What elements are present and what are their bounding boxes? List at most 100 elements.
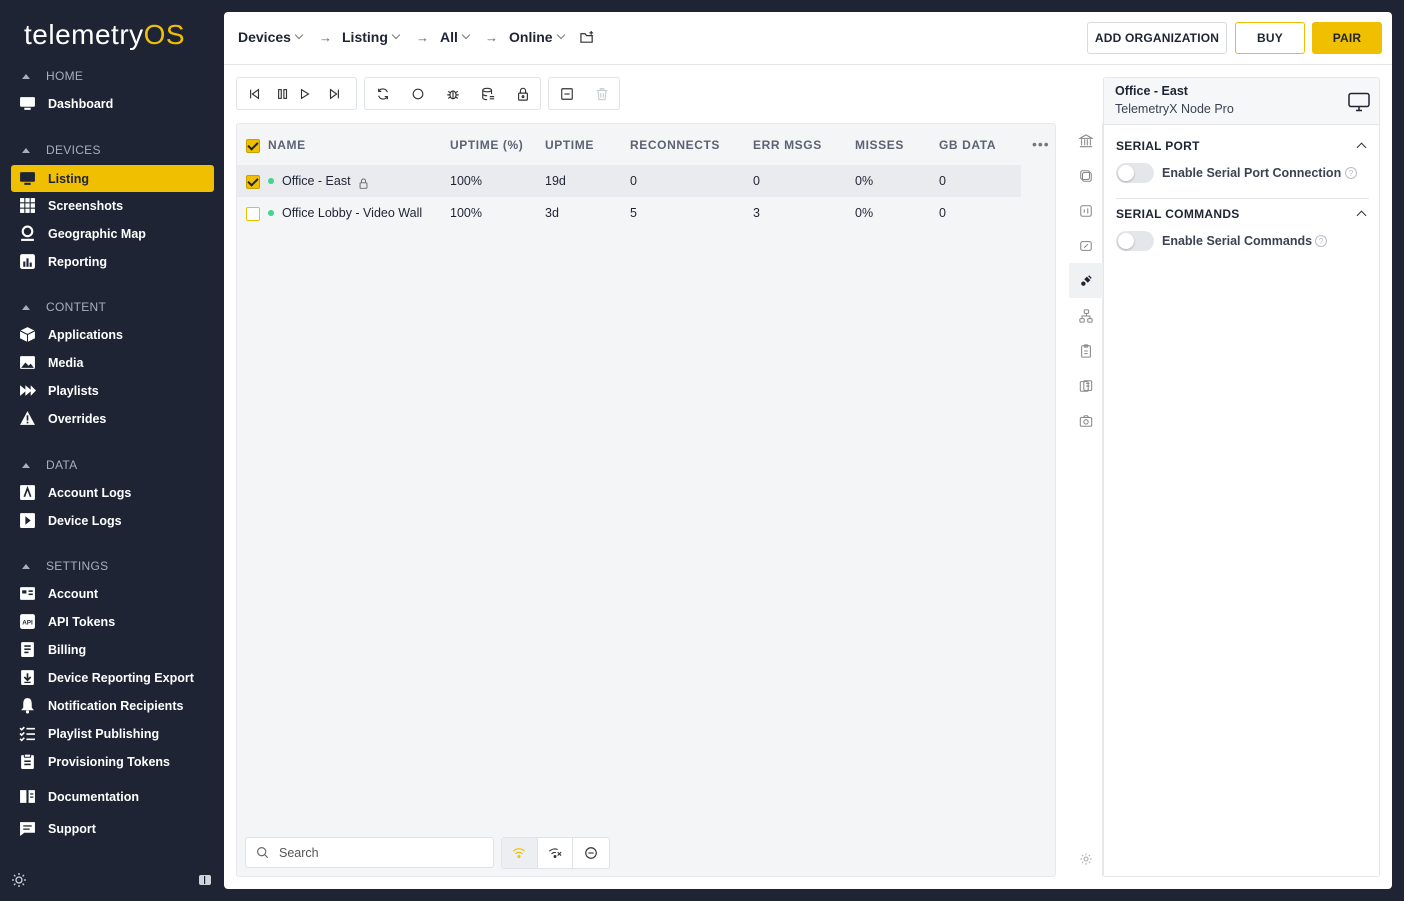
previous-button[interactable] bbox=[237, 78, 272, 109]
column-header-uptime[interactable]: UPTIME bbox=[545, 138, 594, 152]
play-button[interactable] bbox=[294, 78, 316, 109]
tab-settings[interactable] bbox=[1069, 841, 1103, 876]
sidebar-item-playlists[interactable]: Playlists bbox=[11, 377, 214, 404]
sidebar-item-label: Billing bbox=[48, 642, 87, 657]
column-header-name[interactable]: NAME bbox=[268, 138, 306, 152]
help-icon[interactable]: ? bbox=[1345, 167, 1357, 179]
sidebar-item-geographic-map[interactable]: Geographic Map bbox=[11, 220, 214, 247]
serial-port-toggle[interactable] bbox=[1116, 163, 1154, 183]
tab-organization[interactable] bbox=[1069, 123, 1103, 158]
delete-button[interactable] bbox=[584, 78, 619, 109]
sidebar-item-device-reporting-export[interactable]: Device Reporting Export bbox=[11, 664, 214, 691]
debug-button[interactable] bbox=[435, 78, 470, 109]
select-all-checkbox[interactable] bbox=[246, 139, 260, 153]
chevron-up-icon[interactable] bbox=[1356, 210, 1367, 221]
warning-icon bbox=[19, 410, 36, 427]
table-row[interactable]: Office - East 100% 19d 0 0 0% 0 bbox=[237, 165, 1021, 197]
column-header-reconnects[interactable]: RECONNECTS bbox=[630, 138, 720, 152]
more-options-icon[interactable]: ••• bbox=[1032, 136, 1050, 152]
theme-toggle-icon[interactable] bbox=[11, 872, 27, 888]
serial-commands-heading[interactable]: SERIAL COMMANDS bbox=[1116, 207, 1240, 221]
info-square-icon bbox=[1080, 204, 1092, 217]
connectivity-filter bbox=[501, 837, 610, 869]
section-home[interactable]: HOME bbox=[20, 67, 83, 85]
sidebar-item-billing[interactable]: Billing bbox=[11, 636, 214, 663]
sidebar-item-api-tokens[interactable]: API API Tokens bbox=[11, 608, 214, 635]
sidebar-item-support[interactable]: Support bbox=[11, 815, 214, 842]
bug-icon bbox=[446, 89, 459, 99]
tab-serial[interactable] bbox=[1069, 263, 1103, 298]
filter-online-button[interactable] bbox=[502, 838, 538, 868]
section-devices[interactable]: DEVICES bbox=[20, 141, 101, 159]
filter-disabled-button[interactable] bbox=[573, 838, 609, 868]
pair-button[interactable]: PAIR bbox=[1312, 22, 1382, 54]
bar-chart-icon bbox=[19, 253, 36, 270]
breadcrumb-devices[interactable]: Devices bbox=[238, 29, 304, 45]
building-icon bbox=[1079, 133, 1093, 147]
filter-offline-button[interactable] bbox=[538, 838, 574, 868]
skip-back-icon bbox=[249, 88, 259, 99]
sidebar-item-dashboard[interactable]: Dashboard bbox=[11, 90, 214, 117]
serial-commands-toggle[interactable] bbox=[1116, 231, 1154, 251]
buy-button[interactable]: BUY bbox=[1235, 22, 1305, 54]
logo-text: telemetry bbox=[24, 19, 144, 50]
breadcrumb-online[interactable]: Online bbox=[509, 29, 565, 45]
row-checkbox[interactable] bbox=[246, 207, 260, 221]
sidebar-item-provisioning-tokens[interactable]: Provisioning Tokens bbox=[11, 748, 214, 775]
breadcrumb-all-label: All bbox=[440, 29, 458, 45]
help-icon[interactable]: ? bbox=[1315, 235, 1327, 247]
add-organization-button[interactable]: ADD ORGANIZATION bbox=[1087, 22, 1227, 54]
clear-cache-button[interactable] bbox=[470, 78, 505, 109]
section-data[interactable]: DATA bbox=[20, 456, 77, 474]
chevron-up-icon[interactable] bbox=[1356, 142, 1367, 153]
lock-button[interactable] bbox=[505, 78, 540, 109]
tab-info[interactable] bbox=[1069, 193, 1103, 228]
collapse-sidebar-icon[interactable] bbox=[197, 872, 213, 888]
lock-icon bbox=[358, 176, 369, 194]
sidebar-item-reporting[interactable]: Reporting bbox=[11, 248, 214, 275]
chevron-down-icon bbox=[461, 30, 471, 40]
add-folder-icon[interactable] bbox=[580, 30, 595, 50]
breadcrumb-listing[interactable]: Listing bbox=[342, 29, 401, 45]
plug-icon bbox=[1081, 274, 1092, 286]
row-checkbox[interactable] bbox=[246, 175, 260, 189]
column-header-gb-data[interactable]: GB DATA bbox=[939, 138, 996, 152]
breadcrumb-all[interactable]: All bbox=[440, 29, 471, 45]
playback-toolbar bbox=[236, 77, 357, 110]
sidebar-item-account[interactable]: Account bbox=[11, 580, 214, 607]
sidebar-item-account-logs[interactable]: Account Logs bbox=[11, 479, 214, 506]
power-button[interactable] bbox=[400, 78, 435, 109]
tab-network[interactable] bbox=[1069, 298, 1103, 333]
deselect-button[interactable] bbox=[549, 78, 584, 109]
logo[interactable]: telemetryOS bbox=[24, 19, 185, 51]
serial-port-heading[interactable]: SERIAL PORT bbox=[1116, 139, 1200, 153]
tab-screenshot[interactable] bbox=[1069, 403, 1103, 438]
gear-icon bbox=[1080, 852, 1092, 865]
tab-clipboard[interactable] bbox=[1069, 333, 1103, 368]
sidebar-item-screenshots[interactable]: Screenshots bbox=[11, 192, 214, 219]
column-header-err-msgs[interactable]: ERR MSGS bbox=[753, 138, 822, 152]
tab-documents[interactable] bbox=[1069, 368, 1103, 403]
table-row[interactable]: Office Lobby - Video Wall 100% 3d 5 3 0%… bbox=[237, 197, 1021, 229]
sidebar-item-media[interactable]: Media bbox=[11, 349, 214, 376]
section-devices-label: DEVICES bbox=[46, 143, 101, 157]
sidebar-item-playlist-publishing[interactable]: Playlist Publishing bbox=[11, 720, 214, 747]
sidebar-item-listing[interactable]: Listing bbox=[11, 165, 214, 192]
section-settings-label: SETTINGS bbox=[46, 559, 109, 573]
sidebar-item-applications[interactable]: Applications bbox=[11, 321, 214, 348]
sidebar-item-notification-recipients[interactable]: Notification Recipients bbox=[11, 692, 214, 719]
section-content[interactable]: CONTENT bbox=[20, 298, 106, 316]
sidebar-item-documentation[interactable]: Documentation bbox=[11, 783, 214, 810]
sidebar-item-overrides[interactable]: Overrides bbox=[11, 405, 214, 432]
sidebar-item-device-logs[interactable]: Device Logs bbox=[11, 507, 214, 534]
tab-display[interactable] bbox=[1069, 228, 1103, 263]
refresh-button[interactable] bbox=[365, 78, 400, 109]
column-header-uptime-pct[interactable]: UPTIME (%) bbox=[450, 138, 523, 152]
column-header-misses[interactable]: MISSES bbox=[855, 138, 904, 152]
section-settings[interactable]: SETTINGS bbox=[20, 557, 108, 575]
next-button[interactable] bbox=[316, 78, 351, 109]
tab-playlists[interactable] bbox=[1069, 158, 1103, 193]
search-input[interactable]: Search bbox=[245, 837, 494, 868]
pause-button[interactable] bbox=[272, 78, 294, 109]
divider bbox=[1116, 198, 1369, 199]
